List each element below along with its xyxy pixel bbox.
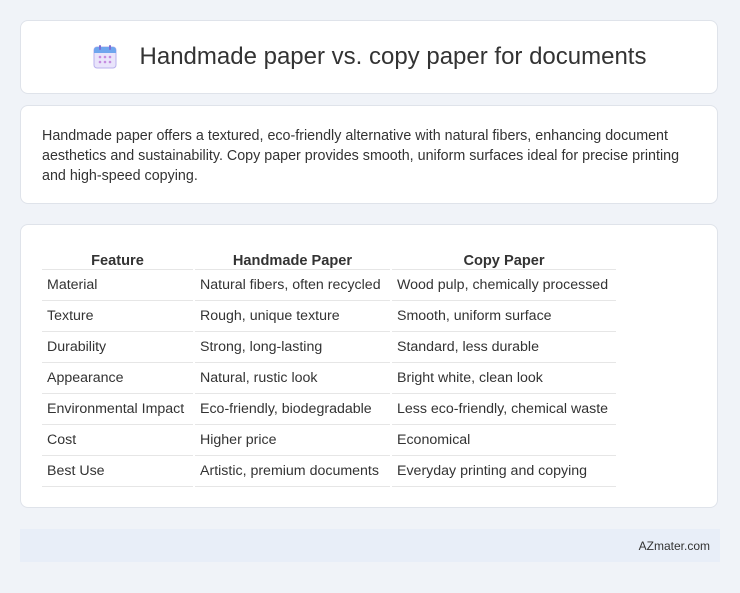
description-card: Handmade paper offers a textured, eco-fr… [20, 105, 718, 204]
row-feature-cell: Cost [42, 425, 193, 456]
row-handmade-cell: Strong, long-lasting [195, 332, 390, 363]
row-copy-cell: Less eco-friendly, chemical waste [392, 394, 616, 425]
row-copy-cell: Economical [392, 425, 616, 456]
table-header-row: Feature Handmade Paper Copy Paper [42, 245, 616, 270]
row-copy-cell: Smooth, uniform surface [392, 301, 616, 332]
row-copy-cell: Standard, less durable [392, 332, 616, 363]
row-copy-cell: Bright white, clean look [392, 363, 616, 394]
page-title: Handmade paper vs. copy paper for docume… [139, 43, 647, 70]
row-feature-cell: Texture [42, 301, 193, 332]
comparison-table-card: Feature Handmade Paper Copy Paper Materi… [20, 224, 718, 508]
row-feature-cell: Material [42, 270, 193, 301]
row-feature-cell: Durability [42, 332, 193, 363]
table-row: Durability Strong, long-lasting Standard… [42, 332, 616, 363]
footer: AZmater.com [20, 529, 720, 562]
column-header-handmade-paper: Handmade Paper [195, 245, 390, 270]
comparison-table: Feature Handmade Paper Copy Paper Materi… [40, 245, 618, 487]
row-copy-cell: Everyday printing and copying [392, 456, 616, 487]
footer-site-name[interactable]: AZmater.com [639, 539, 710, 553]
table-row: Environmental Impact Eco-friendly, biode… [42, 394, 616, 425]
row-feature-cell: Best Use [42, 456, 193, 487]
row-handmade-cell: Natural, rustic look [195, 363, 390, 394]
title-card: Handmade paper vs. copy paper for docume… [20, 20, 718, 94]
row-handmade-cell: Eco-friendly, biodegradable [195, 394, 390, 425]
table-row: Best Use Artistic, premium documents Eve… [42, 456, 616, 487]
table-row: Texture Rough, unique texture Smooth, un… [42, 301, 616, 332]
row-handmade-cell: Rough, unique texture [195, 301, 390, 332]
column-header-feature: Feature [42, 245, 193, 270]
row-handmade-cell: Higher price [195, 425, 390, 456]
table-row: Appearance Natural, rustic look Bright w… [42, 363, 616, 394]
row-feature-cell: Environmental Impact [42, 394, 193, 425]
row-handmade-cell: Artistic, premium documents [195, 456, 390, 487]
row-handmade-cell: Natural fibers, often recycled [195, 270, 390, 301]
row-copy-cell: Wood pulp, chemically processed [392, 270, 616, 301]
description-text: Handmade paper offers a textured, eco-fr… [42, 128, 680, 184]
table-row: Material Natural fibers, often recycled … [42, 270, 616, 301]
row-feature-cell: Appearance [42, 363, 193, 394]
table-row: Cost Higher price Economical [42, 425, 616, 456]
calendar-icon [92, 44, 118, 70]
column-header-copy-paper: Copy Paper [392, 245, 616, 270]
